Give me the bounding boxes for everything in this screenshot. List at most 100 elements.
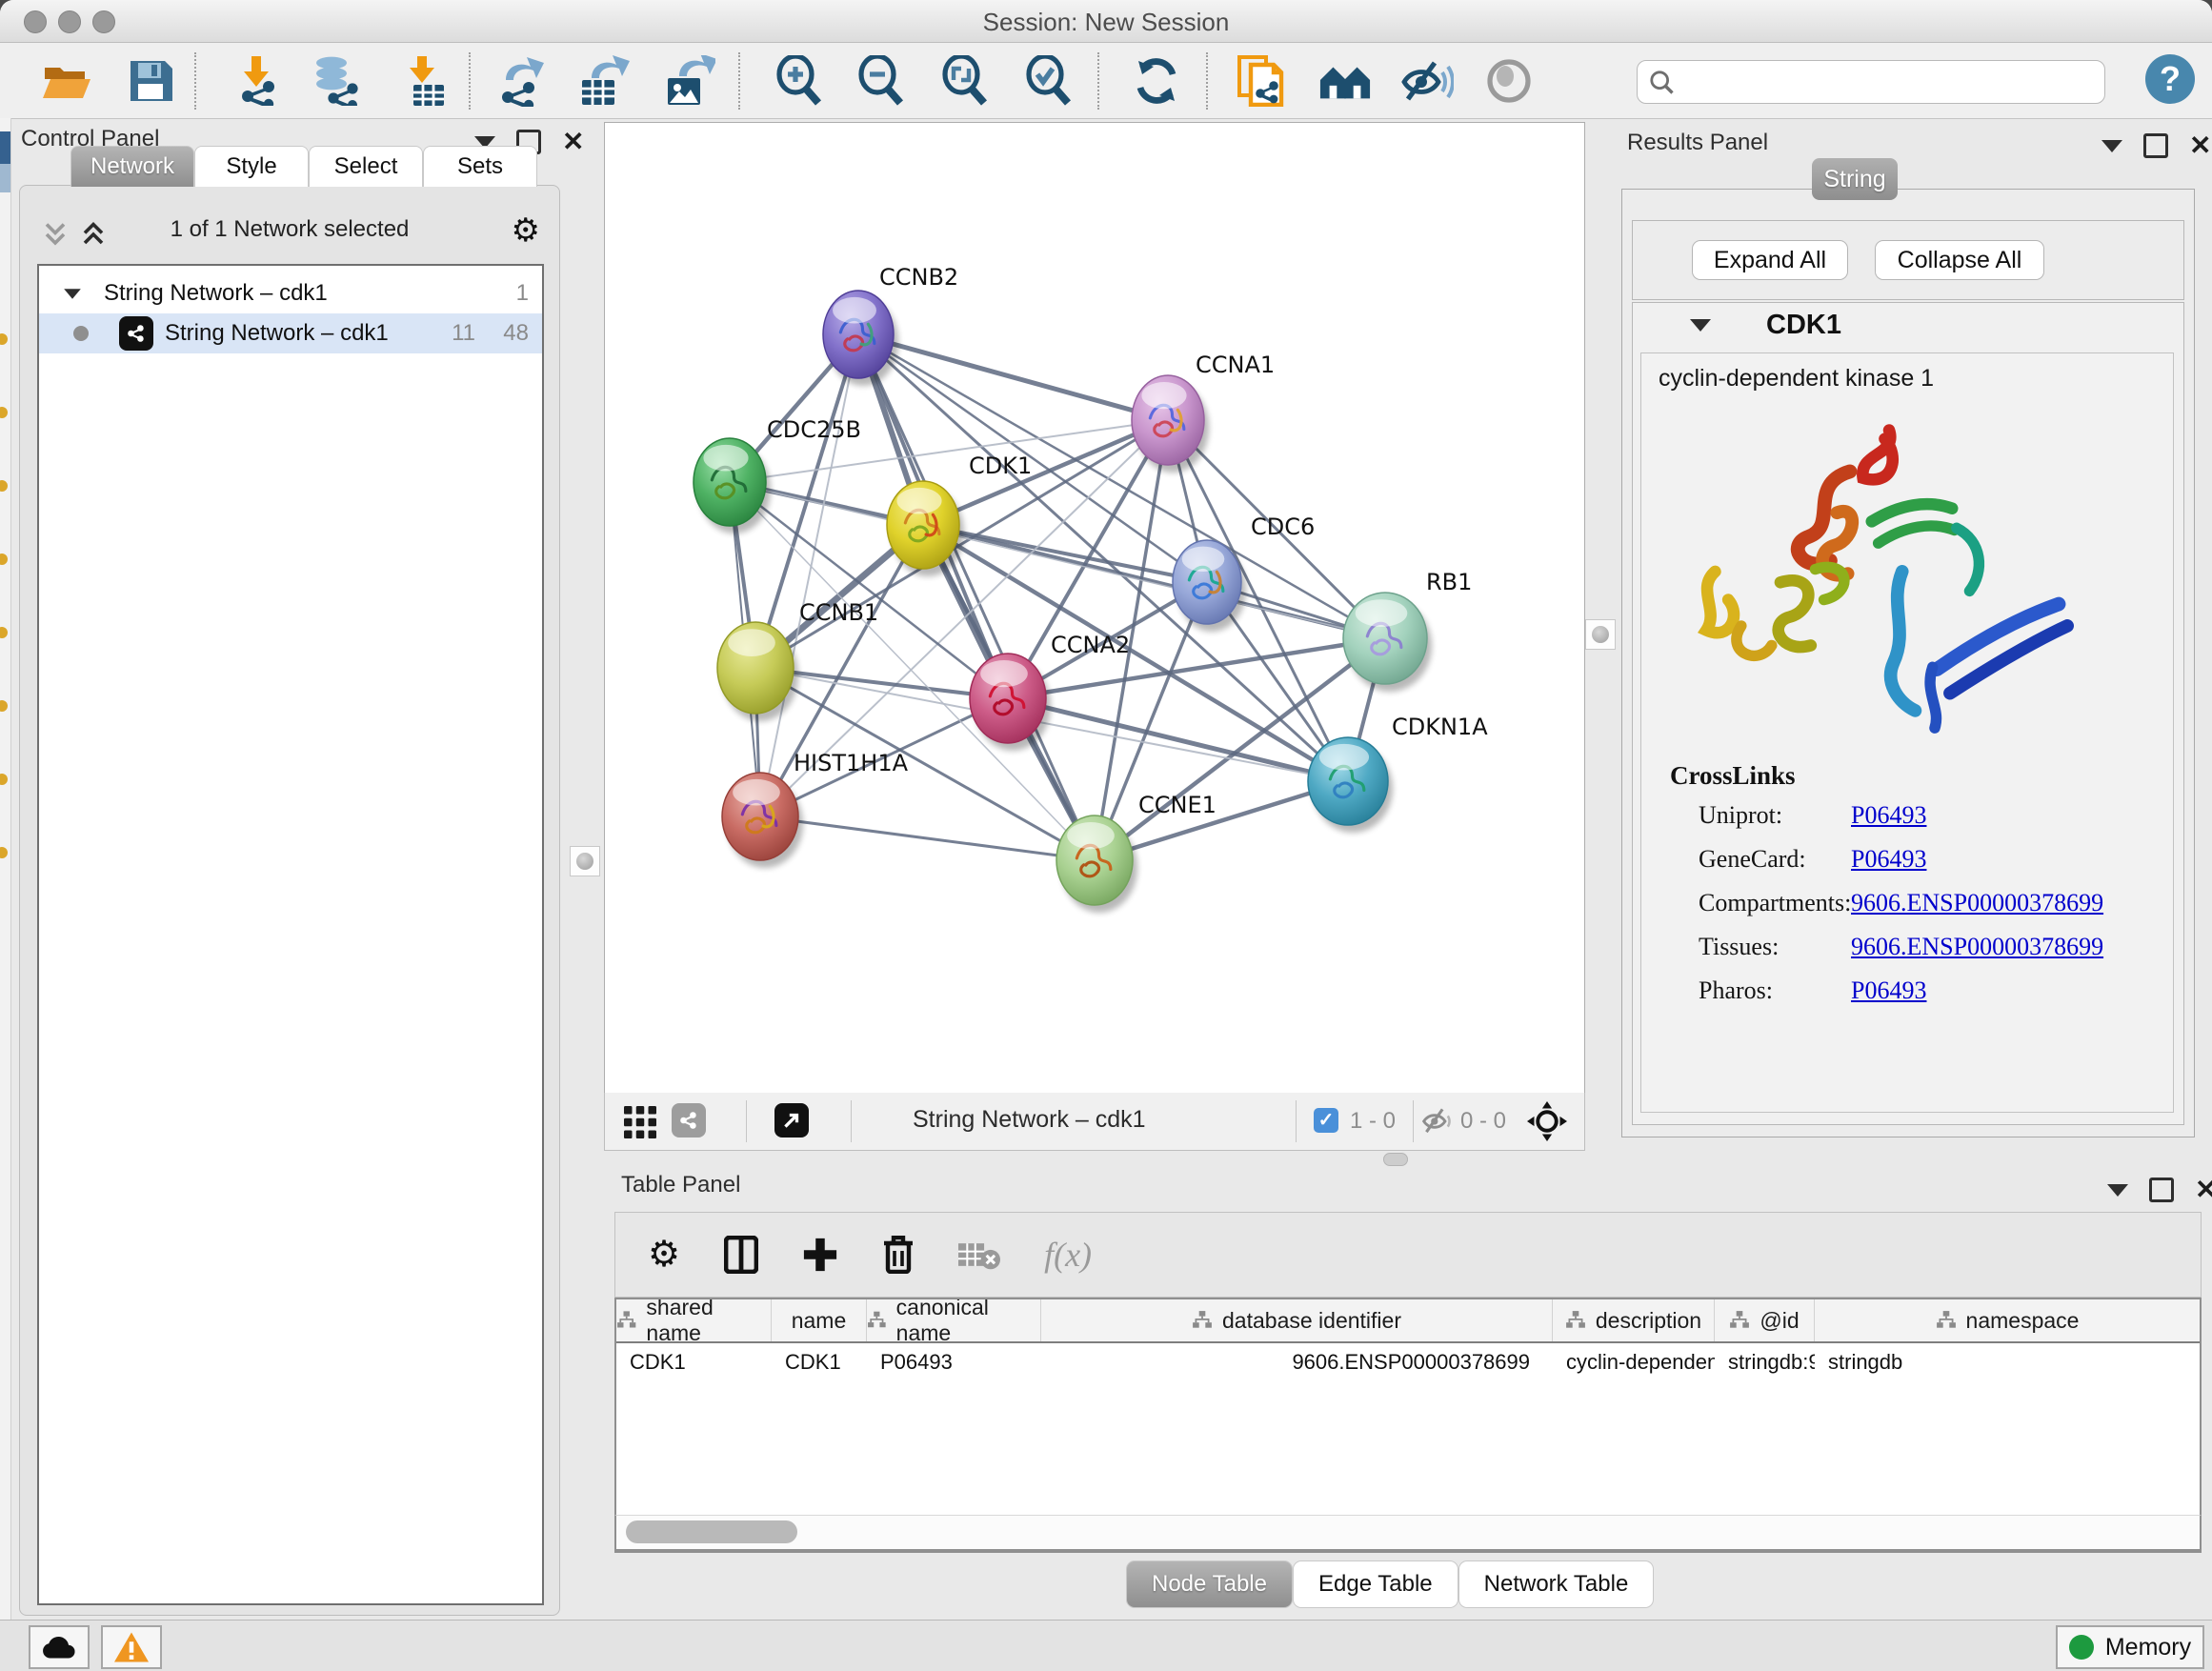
- column-header-database-identifier[interactable]: database identifier: [1041, 1299, 1553, 1341]
- crosslink-link[interactable]: P06493: [1851, 801, 1926, 830]
- left-splitter-handle[interactable]: [570, 846, 600, 876]
- export-image-button[interactable]: [663, 54, 716, 108]
- network-node-CDC25B[interactable]: [694, 438, 771, 534]
- string-network-graph[interactable]: CCNB2CCNA1CDC25BCDK1CDC6RB1CCNB1CCNA2CDK…: [605, 123, 1584, 1093]
- tab-style[interactable]: Style: [194, 146, 309, 187]
- network-edge-CDK1-CCNA1[interactable]: [923, 420, 1168, 525]
- fit-selection-crosshair-icon[interactable]: [1527, 1101, 1567, 1141]
- tab-string[interactable]: String: [1812, 158, 1898, 200]
- table-cell[interactable]: cyclin-dependent ...: [1553, 1343, 1715, 1383]
- warning-status-button[interactable]: [101, 1625, 162, 1669]
- network-edge-CCNE1-HIST1H1A[interactable]: [760, 816, 1095, 860]
- network-node-CDK1[interactable]: [887, 481, 964, 576]
- network-edge-CCNB2-HIST1H1A[interactable]: [760, 334, 858, 816]
- node-label-RB1: RB1: [1426, 569, 1472, 595]
- clone-network-icon: [1236, 55, 1287, 107]
- crosslink-link[interactable]: P06493: [1851, 976, 1926, 1005]
- float-panel-icon[interactable]: [2143, 133, 2168, 158]
- open-in-window-button[interactable]: [774, 1103, 809, 1137]
- network-node-RB1[interactable]: [1343, 593, 1432, 692]
- grid-view-icon[interactable]: [624, 1106, 656, 1138]
- main-toolbar: ?: [0, 43, 2212, 119]
- memory-button[interactable]: Memory: [2056, 1625, 2204, 1669]
- column-header-namespace[interactable]: namespace: [1815, 1299, 2200, 1341]
- gear-icon[interactable]: ⚙: [512, 214, 540, 247]
- table-cell[interactable]: 9606.ENSP00000378699: [1041, 1343, 1553, 1383]
- tab-select[interactable]: Select: [309, 146, 423, 187]
- network-row[interactable]: String Network – cdk1 11 48: [39, 313, 542, 353]
- table-cell[interactable]: P06493: [867, 1343, 1041, 1383]
- cloud-status-button[interactable]: [29, 1625, 90, 1669]
- collapse-all-button[interactable]: Collapse All: [1875, 240, 2044, 280]
- network-node-CCNE1[interactable]: [1056, 815, 1137, 913]
- zoom-fit-button[interactable]: [939, 54, 993, 108]
- network-node-CCNA1[interactable]: [1132, 375, 1209, 473]
- gene-section-header[interactable]: CDK1: [1633, 303, 2183, 347]
- show-columns-icon[interactable]: [724, 1236, 758, 1274]
- hide-selected-button[interactable]: [1400, 54, 1454, 108]
- collection-expander-icon[interactable]: [64, 289, 81, 298]
- hidden-eye-slash-icon[interactable]: [1422, 1108, 1455, 1135]
- column-header-description[interactable]: description: [1553, 1299, 1715, 1341]
- crosslink-link[interactable]: 9606.ENSP00000378699: [1851, 933, 2103, 961]
- table-cell[interactable]: stringdb:9...: [1715, 1343, 1815, 1383]
- network-node-CCNA2[interactable]: [970, 654, 1051, 751]
- export-table-button[interactable]: [577, 54, 631, 108]
- expand-all-button[interactable]: Expand All: [1692, 240, 1848, 280]
- panel-menu-icon[interactable]: [2107, 1184, 2128, 1197]
- network-badge-icon[interactable]: [672, 1103, 706, 1137]
- float-panel-icon[interactable]: [2149, 1178, 2174, 1202]
- column-header-id[interactable]: @id: [1715, 1299, 1815, 1341]
- network-node-CCNB1[interactable]: [717, 622, 798, 721]
- table-cell[interactable]: CDK1: [616, 1343, 772, 1383]
- tab-edge-table[interactable]: Edge Table: [1293, 1560, 1458, 1608]
- scrollbar-thumb[interactable]: [626, 1520, 797, 1543]
- section-expander-icon[interactable]: [1690, 319, 1711, 332]
- network-node-CDKN1A[interactable]: [1308, 737, 1393, 833]
- table-row[interactable]: CDK1CDK1P064939606.ENSP00000378699cyclin…: [616, 1343, 2200, 1383]
- refresh-button[interactable]: [1130, 54, 1183, 108]
- import-network-database-button[interactable]: [311, 54, 364, 108]
- clone-network-button[interactable]: [1235, 54, 1288, 108]
- network-collection-row[interactable]: String Network – cdk1 1: [39, 273, 542, 313]
- delete-table-icon: [958, 1238, 1000, 1271]
- column-header-shared-name[interactable]: shared name: [616, 1299, 772, 1341]
- zoom-in-button[interactable]: [774, 54, 827, 108]
- table-settings-gear-icon[interactable]: ⚙: [648, 1238, 680, 1271]
- column-header-canonical-name[interactable]: canonical name: [867, 1299, 1041, 1341]
- protein-structure-image: [1676, 411, 2133, 742]
- close-panel-icon[interactable]: ✕: [562, 132, 584, 151]
- save-session-button[interactable]: [124, 54, 177, 108]
- import-network-file-button[interactable]: [231, 54, 284, 108]
- export-network-button[interactable]: [495, 54, 549, 108]
- import-table-file-button[interactable]: [396, 54, 450, 108]
- help-button[interactable]: ?: [2145, 54, 2195, 104]
- search-input[interactable]: [1683, 65, 2097, 99]
- tab-network-table[interactable]: Network Table: [1458, 1560, 1655, 1608]
- tab-sets[interactable]: Sets: [423, 146, 537, 187]
- tab-node-table[interactable]: Node Table: [1126, 1560, 1293, 1608]
- network-edge-CCNB2-CCNE1[interactable]: [858, 334, 1095, 860]
- tab-network[interactable]: Network: [70, 146, 194, 187]
- show-all-button[interactable]: [1482, 54, 1536, 108]
- group-nodes-button[interactable]: [1318, 54, 1372, 108]
- network-node-CCNB2[interactable]: [823, 291, 898, 386]
- table-cell[interactable]: CDK1: [772, 1343, 867, 1383]
- column-header-name[interactable]: name: [772, 1299, 867, 1341]
- network-canvas[interactable]: CCNB2CCNA1CDC25BCDK1CDC6RB1CCNB1CCNA2CDK…: [604, 122, 1585, 1094]
- crosslink-link[interactable]: 9606.ENSP00000378699: [1851, 889, 2103, 917]
- table-horizontal-scrollbar[interactable]: [614, 1515, 2202, 1551]
- selected-checkbox[interactable]: ✓: [1314, 1108, 1338, 1133]
- open-folder-icon: [43, 60, 90, 102]
- zoom-selected-button[interactable]: [1023, 54, 1076, 108]
- table-cell[interactable]: stringdb: [1815, 1343, 2200, 1383]
- zoom-out-button[interactable]: [855, 54, 909, 108]
- toolbar-separator: [1097, 52, 1099, 110]
- crosslink-link[interactable]: P06493: [1851, 845, 1926, 874]
- panel-menu-icon[interactable]: [2101, 140, 2122, 152]
- open-session-button[interactable]: [40, 54, 93, 108]
- close-panel-icon[interactable]: ✕: [2189, 136, 2211, 155]
- add-column-icon[interactable]: [802, 1237, 838, 1273]
- close-panel-icon[interactable]: ✕: [2195, 1180, 2212, 1199]
- delete-column-icon[interactable]: [882, 1236, 915, 1274]
